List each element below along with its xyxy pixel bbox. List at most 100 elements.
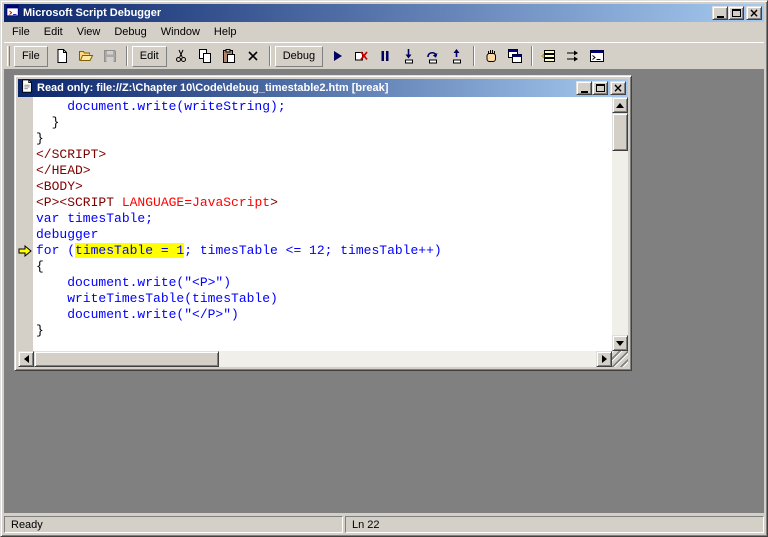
cut-button[interactable] — [169, 45, 193, 67]
close-icon: × — [613, 82, 623, 94]
scroll-up-button[interactable] — [612, 97, 628, 113]
close-button[interactable]: × — [746, 6, 762, 20]
document-minimize-button[interactable] — [576, 81, 592, 95]
new-document-button[interactable] — [50, 45, 74, 67]
document-maximize-button[interactable] — [592, 81, 608, 95]
code-segment: writeTimesTable(timesTable) — [36, 291, 278, 306]
break-at-next-statement-button[interactable] — [479, 45, 503, 67]
maximize-icon — [596, 84, 605, 92]
app-window: Microsoft Script Debugger × FileEditView… — [0, 0, 768, 537]
debug-menu-button[interactable]: Debug — [275, 46, 323, 67]
run-button[interactable] — [325, 45, 349, 67]
menu-debug[interactable]: Debug — [107, 24, 153, 40]
code-segment: ; timesTable <= 12; timesTable++) — [184, 243, 441, 258]
maximize-icon — [732, 9, 741, 17]
code-segment: document.write("</P>") — [36, 307, 239, 322]
menu-help[interactable]: Help — [207, 24, 244, 40]
code-segment: timesTable = 1 — [75, 243, 184, 258]
file-menu-button[interactable]: File — [14, 46, 48, 67]
cut-icon — [173, 48, 189, 64]
code-line: } — [36, 115, 612, 131]
mdi-workspace: Read only: file://Z:\Chapter 10\Code\deb… — [4, 69, 764, 513]
document-body: document.write(writeString); }}</SCRIPT>… — [18, 97, 628, 351]
code-segment: <BODY> — [36, 179, 83, 194]
paste-button[interactable] — [217, 45, 241, 67]
vertical-scroll-track[interactable] — [612, 151, 628, 335]
code-segment: <P><SCRIPT — [36, 195, 122, 210]
step-out-icon — [449, 48, 465, 64]
call-stack-button[interactable] — [537, 45, 561, 67]
threads-button[interactable] — [561, 45, 585, 67]
command-window-button[interactable] — [585, 45, 609, 67]
document-icon — [20, 79, 34, 98]
scroll-left-button[interactable] — [18, 351, 34, 367]
code-line: } — [36, 323, 612, 339]
minimize-button[interactable] — [712, 6, 728, 20]
app-titlebar[interactable]: Microsoft Script Debugger × — [4, 4, 764, 22]
horizontal-scroll-thumb[interactable] — [34, 351, 219, 367]
open-folder-icon — [78, 48, 94, 64]
code-segment: { — [36, 259, 44, 274]
delete-icon — [245, 48, 261, 64]
save-button[interactable] — [98, 45, 122, 67]
maximize-button[interactable] — [728, 6, 744, 20]
document-title: Read only: file://Z:\Chapter 10\Code\deb… — [37, 82, 573, 94]
document-window: Read only: file://Z:\Chapter 10\Code\deb… — [14, 75, 632, 371]
right-arrow-icon — [602, 355, 607, 363]
code-segment: LANGUAGE=JavaScript — [122, 195, 270, 210]
toolbar-gripper[interactable] — [7, 46, 10, 66]
minimize-icon — [581, 91, 588, 93]
app-title: Microsoft Script Debugger — [23, 7, 709, 19]
code-segment: } — [36, 131, 44, 146]
code-line: writeTimesTable(timesTable) — [36, 291, 612, 307]
horizontal-scrollbar[interactable] — [18, 351, 612, 367]
menu-window[interactable]: Window — [154, 24, 207, 40]
command-window-icon — [589, 48, 605, 64]
breakpoint-margin[interactable] — [18, 97, 33, 351]
line-indicator: Ln 22 — [345, 516, 764, 533]
document-window-controls: × — [576, 81, 626, 95]
copy-icon — [197, 48, 213, 64]
code-line: </SCRIPT> — [36, 147, 612, 163]
horizontal-scroll-track[interactable] — [219, 351, 596, 367]
break-at-next-icon — [483, 48, 499, 64]
paste-icon — [221, 48, 237, 64]
toolbar: File Edit Debug — [4, 42, 764, 69]
app-icon — [6, 4, 20, 23]
code-line: <P><SCRIPT LANGUAGE=JavaScript> — [36, 195, 612, 211]
step-into-icon — [401, 48, 417, 64]
document-close-button[interactable]: × — [610, 81, 626, 95]
scroll-down-button[interactable] — [612, 335, 628, 351]
step-out-button[interactable] — [445, 45, 469, 67]
left-arrow-icon — [24, 355, 29, 363]
running-documents-button[interactable] — [503, 45, 527, 67]
toolbar-separator — [531, 46, 533, 66]
step-over-button[interactable] — [421, 45, 445, 67]
vertical-scroll-thumb[interactable] — [612, 113, 628, 151]
break-icon — [377, 48, 393, 64]
document-titlebar[interactable]: Read only: file://Z:\Chapter 10\Code\deb… — [18, 79, 628, 97]
scroll-right-button[interactable] — [596, 351, 612, 367]
stop-debugging-icon — [353, 48, 369, 64]
code-line: document.write("</P>") — [36, 307, 612, 323]
edit-menu-button[interactable]: Edit — [132, 46, 167, 67]
new-document-icon — [54, 48, 70, 64]
menu-edit[interactable]: Edit — [37, 24, 70, 40]
delete-button[interactable] — [241, 45, 265, 67]
break-button[interactable] — [373, 45, 397, 67]
code-line: for (timesTable = 1; timesTable <= 12; t… — [36, 243, 612, 259]
vertical-scrollbar[interactable] — [612, 97, 628, 351]
resize-grip[interactable] — [612, 351, 628, 367]
stop-debugging-button[interactable] — [349, 45, 373, 67]
open-button[interactable] — [74, 45, 98, 67]
menu-file[interactable]: File — [5, 24, 37, 40]
menu-view[interactable]: View — [70, 24, 108, 40]
close-icon: × — [749, 7, 759, 19]
code-area[interactable]: document.write(writeString); }}</SCRIPT>… — [33, 97, 612, 351]
up-arrow-icon — [616, 103, 624, 108]
code-line: { — [36, 259, 612, 275]
copy-button[interactable] — [193, 45, 217, 67]
call-stack-icon — [541, 48, 557, 64]
code-line: </HEAD> — [36, 163, 612, 179]
step-into-button[interactable] — [397, 45, 421, 67]
